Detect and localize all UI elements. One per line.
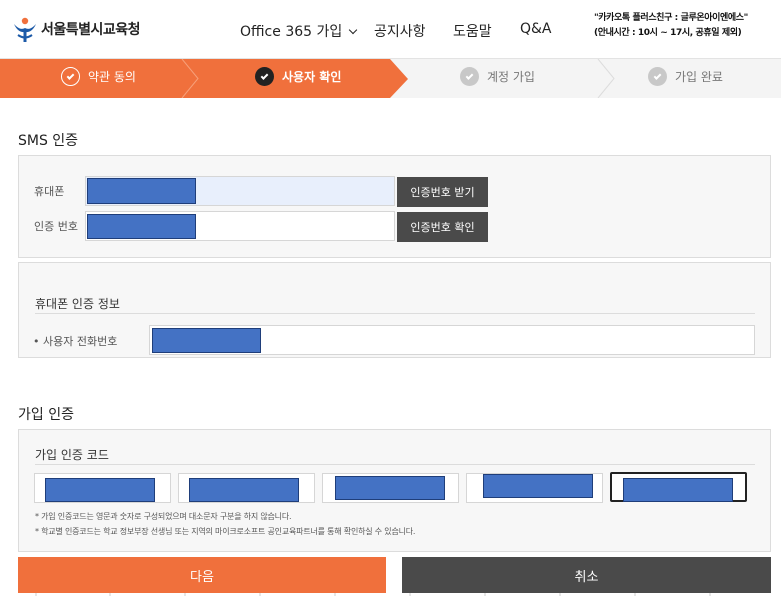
kakao-support-info: "카카오톡 플러스친구 : 글루온아이엔에스" (안내시간 : 10시 ~ 17… <box>594 11 748 41</box>
step-account-join-label: 계정 가입 <box>487 70 535 84</box>
steps-active-arrow <box>390 59 408 98</box>
verification-code-input[interactable] <box>85 211 395 241</box>
nav-item-office365-label: Office 365 가입 <box>240 24 343 40</box>
logo-text: 서울특별시교육청 <box>41 22 141 38</box>
join-code-note-1: * 가입 인증코드는 영문과 숫자로 구성되었으며 대소문자 구분을 하지 않습… <box>35 512 292 521</box>
redacted-user-phone <box>152 328 261 353</box>
redacted-code-part <box>483 474 593 498</box>
user-phone-field <box>149 325 755 355</box>
cancel-button[interactable]: 취소 <box>402 557 771 593</box>
code-label: 인증 번호 <box>34 220 78 233</box>
divider <box>35 313 755 314</box>
join-code-input-3[interactable] <box>322 473 459 503</box>
join-code-input-4[interactable] <box>466 473 603 503</box>
phone-info-panel: 휴대폰 인증 정보 • 사용자 전화번호 <box>18 262 771 358</box>
check-circle-icon <box>460 67 479 86</box>
join-code-input-5[interactable] <box>610 472 747 502</box>
check-circle-icon <box>255 67 274 86</box>
progress-steps: 약관 동의 사용자 확인 계정 가입 가입 완료 <box>0 58 781 98</box>
education-office-logo-icon <box>14 17 36 42</box>
phone-label: 휴대폰 <box>34 185 65 198</box>
next-button[interactable]: 다음 <box>18 557 386 593</box>
join-code-input-1[interactable] <box>34 473 171 503</box>
nav-item-notice[interactable]: 공지사항 <box>374 21 426 41</box>
sms-verify-panel: 휴대폰 인증번호 받기 인증 번호 인증번호 확인 <box>18 155 771 258</box>
divider <box>35 464 755 465</box>
step-user-verify: 사용자 확인 <box>255 67 341 86</box>
phone-input[interactable] <box>85 176 395 206</box>
join-code-input-2[interactable] <box>178 473 315 503</box>
confirm-code-button[interactable]: 인증번호 확인 <box>397 212 488 242</box>
site-logo[interactable]: 서울특별시교육청 <box>12 15 141 43</box>
join-code-panel: 가입 인증 코드 * 가입 인증코드는 영문과 숫자로 구성되었으며 대소문자 … <box>18 429 771 552</box>
join-code-title: 가입 인증 코드 <box>35 448 109 462</box>
get-code-button[interactable]: 인증번호 받기 <box>397 177 488 207</box>
support-hours: (안내시간 : 10시 ~ 17시, 공휴일 제외) <box>594 28 742 38</box>
site-header: 서울특별시교육청 Office 365 가입 공지사항 도움말 Q&A "카카오… <box>0 0 781 58</box>
nav-item-help[interactable]: 도움말 <box>453 21 492 41</box>
step-account-join: 계정 가입 <box>460 67 535 86</box>
redacted-code-part <box>45 478 155 502</box>
sms-section-title: SMS 인증 <box>18 133 79 149</box>
kakao-channel: "카카오톡 플러스친구 : 글루온아이엔에스" <box>594 13 748 23</box>
step-terms-label: 약관 동의 <box>88 70 136 84</box>
redacted-phone-number <box>87 178 196 204</box>
redacted-code-part <box>335 476 445 500</box>
check-circle-icon <box>61 67 80 86</box>
redacted-code-part <box>189 478 299 502</box>
step-join-complete: 가입 완료 <box>648 67 723 86</box>
chevron-down-icon <box>349 25 358 35</box>
phone-info-title: 휴대폰 인증 정보 <box>35 297 120 311</box>
redacted-code-part <box>623 478 733 502</box>
step-user-verify-label: 사용자 확인 <box>282 70 342 84</box>
join-section-title: 가입 인증 <box>18 407 74 423</box>
user-phone-label-text: 사용자 전화번호 <box>43 335 118 348</box>
join-code-note-2: * 학교별 인증코드는 학교 정보부장 선생님 또는 지역의 마이크로소프트 공… <box>35 527 416 536</box>
step-terms: 약관 동의 <box>61 67 136 86</box>
redacted-code <box>87 214 196 239</box>
nav-item-office365[interactable]: Office 365 가입 <box>240 21 358 41</box>
step-join-complete-label: 가입 완료 <box>675 70 723 84</box>
step-separator-icon <box>181 59 199 98</box>
nav-item-qna[interactable]: Q&A <box>520 21 552 37</box>
check-circle-icon <box>648 67 667 86</box>
step-separator-icon <box>597 59 615 98</box>
user-phone-label: • 사용자 전화번호 <box>33 335 118 348</box>
